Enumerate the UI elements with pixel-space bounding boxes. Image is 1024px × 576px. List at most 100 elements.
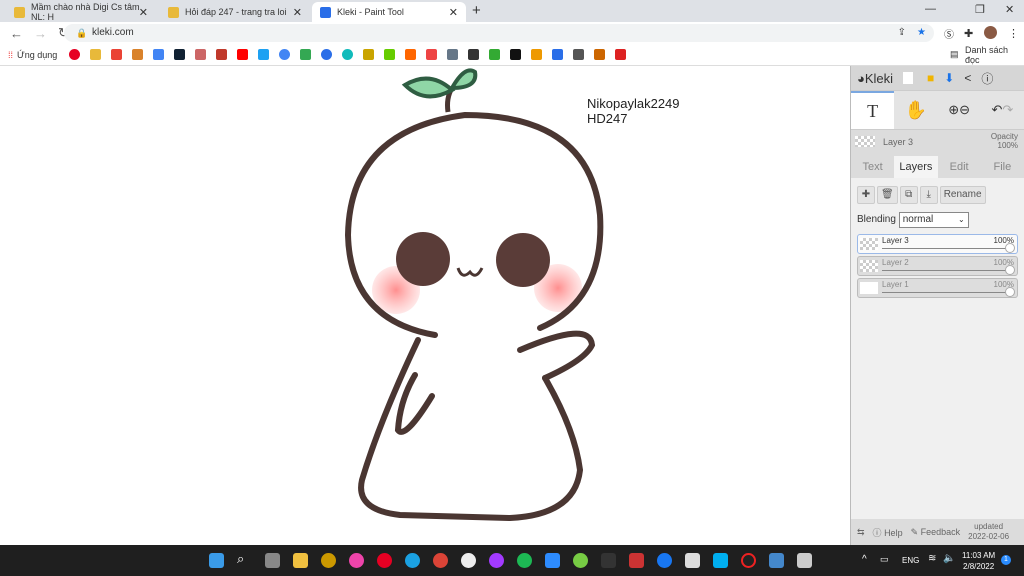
hand-tool-icon[interactable]: ✋ xyxy=(894,91,937,129)
zoom-in-icon[interactable]: ⊕ xyxy=(948,102,959,118)
headphones-icon[interactable] xyxy=(447,49,459,60)
bookmark-icon[interactable] xyxy=(384,49,396,60)
opacity-slider[interactable] xyxy=(1005,265,1015,275)
bookmark-icon[interactable] xyxy=(195,49,207,60)
redo-icon[interactable]: ↷ xyxy=(1002,102,1013,118)
language-indicator[interactable]: ENG xyxy=(902,556,919,565)
file-explorer-icon[interactable] xyxy=(293,553,308,568)
delete-layer-button[interactable]: 🗑 xyxy=(877,186,898,204)
bookmark-icon[interactable] xyxy=(321,49,333,60)
help-icon[interactable]: ⓘ xyxy=(981,70,993,87)
new-tab-button[interactable]: + xyxy=(472,2,481,19)
tab-text[interactable]: Text xyxy=(851,156,894,178)
close-icon[interactable]: ✕ xyxy=(139,6,148,19)
edge-icon[interactable] xyxy=(405,553,420,568)
kleki-logo[interactable]: ◕Kleki xyxy=(857,71,893,86)
app-icon[interactable] xyxy=(629,553,644,568)
undo-redo[interactable]: ↶ ↷ xyxy=(981,91,1024,129)
close-icon[interactable]: ✕ xyxy=(449,6,458,19)
pinterest-icon[interactable] xyxy=(69,49,81,60)
pinterest-icon[interactable] xyxy=(377,553,392,568)
gmail-icon[interactable] xyxy=(111,49,123,60)
maximize-button[interactable]: ❐ xyxy=(975,3,985,16)
camera-icon[interactable] xyxy=(797,553,812,568)
bookmark-apps[interactable]: Ứng dụng xyxy=(17,50,57,60)
opera-icon[interactable] xyxy=(741,553,756,568)
chrome-icon[interactable] xyxy=(461,553,476,568)
tab-layers[interactable]: Layers xyxy=(894,156,938,178)
merge-layer-button[interactable]: ⤓ xyxy=(919,186,938,204)
bookmark-icon[interactable] xyxy=(426,49,438,60)
tab-1[interactable]: Mầm chào nhà Digi Cs tâm NL: H ✕ xyxy=(6,2,156,22)
twitter-icon[interactable] xyxy=(258,49,270,60)
tab-file[interactable]: File xyxy=(981,156,1024,178)
puzzle-icon[interactable]: ✚ xyxy=(964,27,973,40)
zoom-buttons[interactable]: ⊕ ⊖ xyxy=(938,91,981,129)
blending-select[interactable]: normal ⌄ xyxy=(898,212,969,228)
close-window-button[interactable]: ✕ xyxy=(1005,3,1014,16)
google-icon[interactable] xyxy=(279,49,291,60)
bookmark-icon[interactable] xyxy=(300,49,312,60)
star-icon[interactable]: ★ xyxy=(917,24,926,42)
bookmark-icon[interactable] xyxy=(531,49,543,60)
url-input[interactable]: 🔒 kleki.com ⇪ ★ xyxy=(64,24,934,42)
open-folder-icon[interactable]: ■ xyxy=(927,71,934,85)
new-file-icon[interactable] xyxy=(903,72,914,84)
text-tool-button[interactable]: T xyxy=(851,91,895,129)
bookmark-icon[interactable] xyxy=(573,49,585,60)
add-layer-button[interactable]: ✚ xyxy=(857,186,875,204)
rename-button[interactable]: Rename xyxy=(939,186,986,204)
layer-item[interactable]: Layer 3 100% xyxy=(857,234,1018,254)
opacity-slider[interactable] xyxy=(1005,287,1015,297)
extension-icon[interactable]: Ⓢ xyxy=(944,26,954,41)
spotify-icon[interactable] xyxy=(517,553,532,568)
undo-icon[interactable]: ↶ xyxy=(991,102,1002,118)
tab-edit[interactable]: Edit xyxy=(938,156,981,178)
help-button[interactable]: ⓘ Help xyxy=(873,526,903,539)
bookmark-icon[interactable] xyxy=(615,49,627,60)
app-icon[interactable] xyxy=(321,553,336,568)
start-icon[interactable] xyxy=(209,553,224,568)
layer-item[interactable]: Layer 1 100% xyxy=(857,278,1018,298)
tab-2[interactable]: Hỏi đáp 247 - trang tra loi ✕ xyxy=(160,2,310,22)
bookmark-icon[interactable] xyxy=(594,49,606,60)
chevron-up-icon[interactable]: ^ xyxy=(862,554,867,565)
chrome-icon[interactable] xyxy=(433,553,448,568)
bookmark-icon[interactable] xyxy=(174,49,186,60)
reading-list-button[interactable]: Danh sách đọc xyxy=(965,45,1024,65)
messenger-icon[interactable] xyxy=(489,553,504,568)
search-icon[interactable]: ⌕ xyxy=(237,551,252,566)
forward-icon[interactable]: → xyxy=(34,26,48,41)
bookmark-icon[interactable] xyxy=(552,49,564,60)
translate-icon[interactable] xyxy=(153,49,165,60)
tab-3[interactable]: Kleki - Paint Tool ✕ xyxy=(312,2,466,22)
youtube-icon[interactable] xyxy=(237,49,249,60)
layer-item[interactable]: Layer 2 100% xyxy=(857,256,1018,276)
drawing-canvas[interactable]: Nikopaylak2249 HD247 xyxy=(0,66,850,545)
facebook-icon[interactable] xyxy=(657,553,672,568)
close-icon[interactable]: ✕ xyxy=(293,6,302,19)
bookmark-icon[interactable] xyxy=(468,49,480,60)
app-icon[interactable] xyxy=(601,553,616,568)
share-icon[interactable]: < xyxy=(964,71,971,85)
task-view-icon[interactable] xyxy=(265,553,280,568)
minimize-button[interactable]: — xyxy=(925,3,936,15)
app-icon[interactable] xyxy=(685,553,700,568)
avatar[interactable] xyxy=(984,26,997,39)
bookmark-icon[interactable] xyxy=(405,49,417,60)
opacity-slider[interactable] xyxy=(1005,243,1015,253)
skype-icon[interactable] xyxy=(713,553,728,568)
app-icon[interactable] xyxy=(349,553,364,568)
bookmark-icon[interactable] xyxy=(342,49,354,60)
isl-icon[interactable] xyxy=(489,49,501,60)
feedback-button[interactable]: ✎ Feedback xyxy=(911,527,961,538)
zoom-icon[interactable] xyxy=(545,553,560,568)
wifi-icon[interactable]: ≋ xyxy=(928,553,936,564)
duplicate-layer-button[interactable]: ⧉ xyxy=(899,186,918,204)
clock[interactable]: 11:03 AM 2/8/2022 xyxy=(962,550,995,572)
keyboard-icon[interactable]: ▭ xyxy=(880,554,889,565)
app-icon[interactable] xyxy=(573,553,588,568)
app-icon[interactable] xyxy=(769,553,784,568)
menu-icon[interactable]: ⋮ xyxy=(1008,27,1019,40)
bookmark-icon[interactable] xyxy=(510,49,522,60)
